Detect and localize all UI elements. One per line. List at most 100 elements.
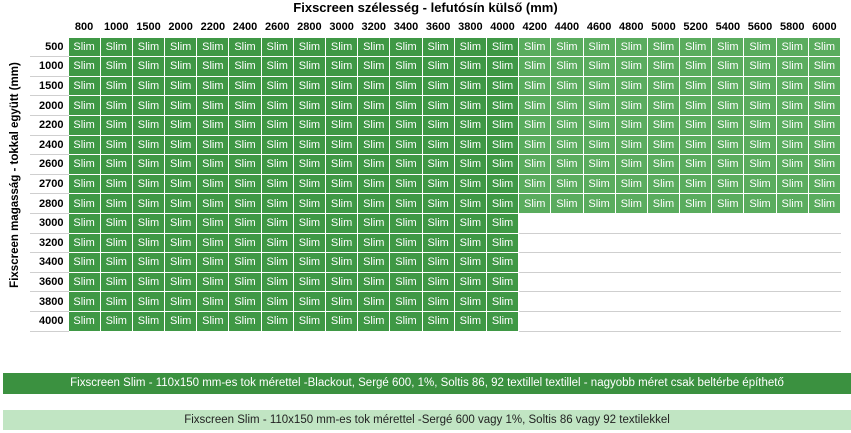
- table-row: 4000 Slim Slim Slim Slim Slim Slim Slim Slim Slim…: [30, 310, 841, 332]
- cell-1000-5400: Slim: [711, 56, 745, 77]
- cell-2000-4400: Slim: [550, 95, 584, 116]
- cell-3600-3000: Slim: [324, 271, 359, 293]
- width-header-4600: 4600: [583, 18, 616, 38]
- cell-2000-5000: Slim: [646, 95, 681, 116]
- cell-2700-4600: Slim: [582, 173, 616, 195]
- cell-3800-800: Slim: [67, 291, 101, 312]
- empty-cell: [776, 233, 809, 254]
- cell-3800-2800: Slim: [292, 291, 327, 312]
- empty-cell: [615, 213, 648, 234]
- cell-2400-1000: Slim: [99, 134, 133, 156]
- height-header-3600: 3600: [30, 272, 68, 293]
- cell-2800-2800: Slim: [292, 193, 327, 214]
- height-header-3800: 3800: [30, 291, 68, 312]
- cell-2000-4600: Slim: [582, 95, 616, 116]
- legend-light: Fixscreen Slim - 110x150 mm-es tok méret…: [3, 410, 851, 430]
- cell-3200-2400: Slim: [228, 232, 262, 254]
- cell-2600-3800: Slim: [453, 154, 487, 175]
- cell-2600-5200: Slim: [679, 154, 713, 175]
- cell-2800-1000: Slim: [99, 193, 133, 214]
- cell-3200-3200: Slim: [357, 232, 391, 254]
- empty-cell: [743, 233, 777, 254]
- cell-1500-1000: Slim: [99, 75, 133, 97]
- empty-cell: [679, 311, 712, 332]
- height-header-2700: 2700: [30, 174, 68, 195]
- cell-3000-3000: Slim: [324, 212, 359, 234]
- empty-cell: [647, 311, 680, 332]
- cell-500-4400: Slim: [550, 36, 584, 58]
- width-header-2800: 2800: [293, 18, 326, 38]
- empty-cell: [743, 272, 777, 293]
- cell-1000-5600: Slim: [743, 56, 777, 77]
- table-row: 2000 Slim Slim Slim Slim Slim Slim Slim Slim Slim…: [30, 95, 842, 116]
- cell-2600-3200: Slim: [357, 154, 391, 175]
- cell-500-1000: Slim: [99, 36, 133, 58]
- cell-2200-4600: Slim: [582, 114, 616, 136]
- cell-3000-2800: Slim: [292, 212, 327, 234]
- cell-2800-6000: Slim: [807, 193, 842, 214]
- cell-2400-4000: Slim: [485, 134, 520, 156]
- cell-500-4000: Slim: [485, 36, 520, 58]
- cell-4000-3600: Slim: [421, 310, 455, 332]
- cell-500-3200: Slim: [357, 36, 391, 58]
- cell-2800-5800: Slim: [775, 193, 809, 214]
- cell-3200-3600: Slim: [421, 232, 455, 254]
- cell-2400-2200: Slim: [196, 134, 230, 156]
- empty-cell: [583, 252, 616, 273]
- cell-3800-3000: Slim: [324, 291, 359, 312]
- cell-1500-4600: Slim: [582, 75, 616, 97]
- cell-1000-1500: Slim: [131, 56, 166, 77]
- cell-1000-5200: Slim: [679, 56, 713, 77]
- cell-500-5400: Slim: [711, 36, 745, 58]
- cell-2800-3200: Slim: [357, 193, 391, 214]
- y-axis-label: Fixscreen magasság - tokkal együtt (mm): [9, 62, 21, 288]
- cell-2200-5600: Slim: [743, 114, 777, 136]
- cell-2200-1000: Slim: [99, 114, 133, 136]
- table-row: 2200 Slim Slim Slim Slim Slim Slim Slim Slim Slim…: [30, 114, 842, 136]
- cell-500-4200: Slim: [518, 36, 552, 58]
- empty-cell: [808, 311, 841, 332]
- width-header-5800: 5800: [776, 18, 809, 38]
- cell-2200-3200: Slim: [357, 114, 391, 136]
- cell-3400-4000: Slim: [485, 252, 520, 273]
- height-header-3400: 3400: [30, 252, 68, 273]
- cell-2600-3000: Slim: [324, 154, 359, 175]
- cell-2400-3000: Slim: [324, 134, 359, 156]
- empty-cell: [615, 252, 648, 273]
- height-header-2000: 2000: [30, 95, 68, 116]
- empty-cell: [776, 311, 809, 332]
- cell-3600-3800: Slim: [453, 271, 487, 293]
- cell-2000-3800: Slim: [453, 95, 487, 116]
- empty-cell: [776, 291, 809, 312]
- cell-3200-1500: Slim: [131, 232, 166, 254]
- cell-2600-4400: Slim: [550, 154, 584, 175]
- empty-cell: [711, 233, 744, 254]
- cell-1000-4600: Slim: [582, 56, 616, 77]
- cell-2700-2000: Slim: [164, 173, 198, 195]
- cell-4000-2800: Slim: [292, 310, 327, 332]
- cell-2000-2600: Slim: [260, 95, 294, 116]
- cell-2000-1000: Slim: [99, 95, 133, 116]
- cell-2700-5800: Slim: [775, 173, 809, 195]
- table-row: 1500 Slim Slim Slim Slim Slim Slim Slim Slim Slim…: [30, 75, 842, 97]
- cell-2400-3400: Slim: [389, 134, 423, 156]
- cell-1000-4800: Slim: [614, 56, 648, 77]
- cell-2800-800: Slim: [67, 193, 101, 214]
- empty-cell: [518, 252, 551, 273]
- cell-2400-2600: Slim: [260, 134, 294, 156]
- empty-cell: [518, 311, 551, 332]
- cell-2000-5600: Slim: [743, 95, 777, 116]
- cell-2000-2200: Slim: [196, 95, 230, 116]
- cell-4000-800: Slim: [67, 310, 101, 332]
- width-header-2000: 2000: [164, 18, 197, 38]
- cell-1000-3200: Slim: [357, 56, 391, 77]
- cell-3400-3200: Slim: [357, 252, 391, 273]
- height-header-3200: 3200: [30, 233, 68, 254]
- empty-cell: [776, 272, 809, 293]
- cell-3000-800: Slim: [67, 212, 101, 234]
- cell-1500-2200: Slim: [196, 75, 230, 97]
- cell-2400-3800: Slim: [453, 134, 487, 156]
- cell-2700-4800: Slim: [614, 173, 648, 195]
- cell-2200-5200: Slim: [679, 114, 713, 136]
- cell-2200-1500: Slim: [131, 114, 166, 136]
